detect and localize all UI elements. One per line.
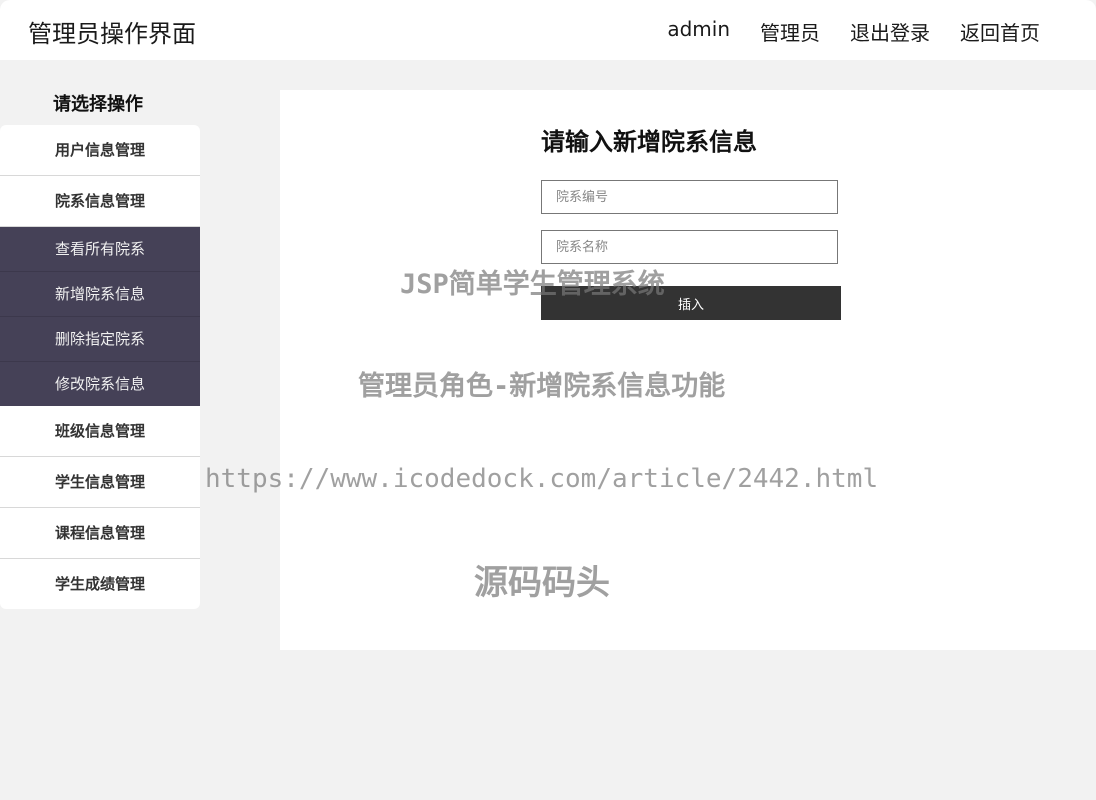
sidebar-menu: 用户信息管理 院系信息管理 查看所有院系 新增院系信息 删除指定院系 修改院系信… [0,125,200,609]
department-id-input[interactable] [541,180,838,214]
watermark-subtitle: 管理员角色-新增院系信息功能 [358,371,726,402]
sidebar-item-user-management[interactable]: 用户信息管理 [0,125,200,176]
form-title: 请输入新增院系信息 [541,128,757,156]
submenu-item-edit-department[interactable]: 修改院系信息 [0,362,200,406]
username-link[interactable]: admin [667,17,730,46]
submenu-item-delete-department[interactable]: 删除指定院系 [0,317,200,362]
department-name-input[interactable] [541,230,838,264]
sidebar-item-department-management[interactable]: 院系信息管理 [0,176,200,227]
page-title: 管理员操作界面 [28,20,196,48]
home-link[interactable]: 返回首页 [960,17,1040,46]
sidebar-heading: 请选择操作 [53,94,143,115]
submenu-item-view-departments[interactable]: 查看所有院系 [0,227,200,272]
submenu-item-add-department[interactable]: 新增院系信息 [0,272,200,317]
role-link[interactable]: 管理员 [760,17,820,46]
sidebar-item-grade-management[interactable]: 学生成绩管理 [0,559,200,609]
watermark-title: JSP简单学生管理系统 [400,269,665,300]
sidebar-item-student-management[interactable]: 学生信息管理 [0,457,200,508]
sidebar-item-class-management[interactable]: 班级信息管理 [0,406,200,457]
department-submenu: 查看所有院系 新增院系信息 删除指定院系 修改院系信息 [0,227,200,406]
watermark-brand: 源码码头 [474,563,610,603]
watermark-url: https://www.icodedock.com/article/2442.h… [205,464,879,494]
top-header: 管理员操作界面 admin 管理员 退出登录 返回首页 [0,0,1096,60]
header-nav: admin 管理员 退出登录 返回首页 [667,17,1040,46]
logout-link[interactable]: 退出登录 [850,17,930,46]
sidebar-item-course-management[interactable]: 课程信息管理 [0,508,200,559]
